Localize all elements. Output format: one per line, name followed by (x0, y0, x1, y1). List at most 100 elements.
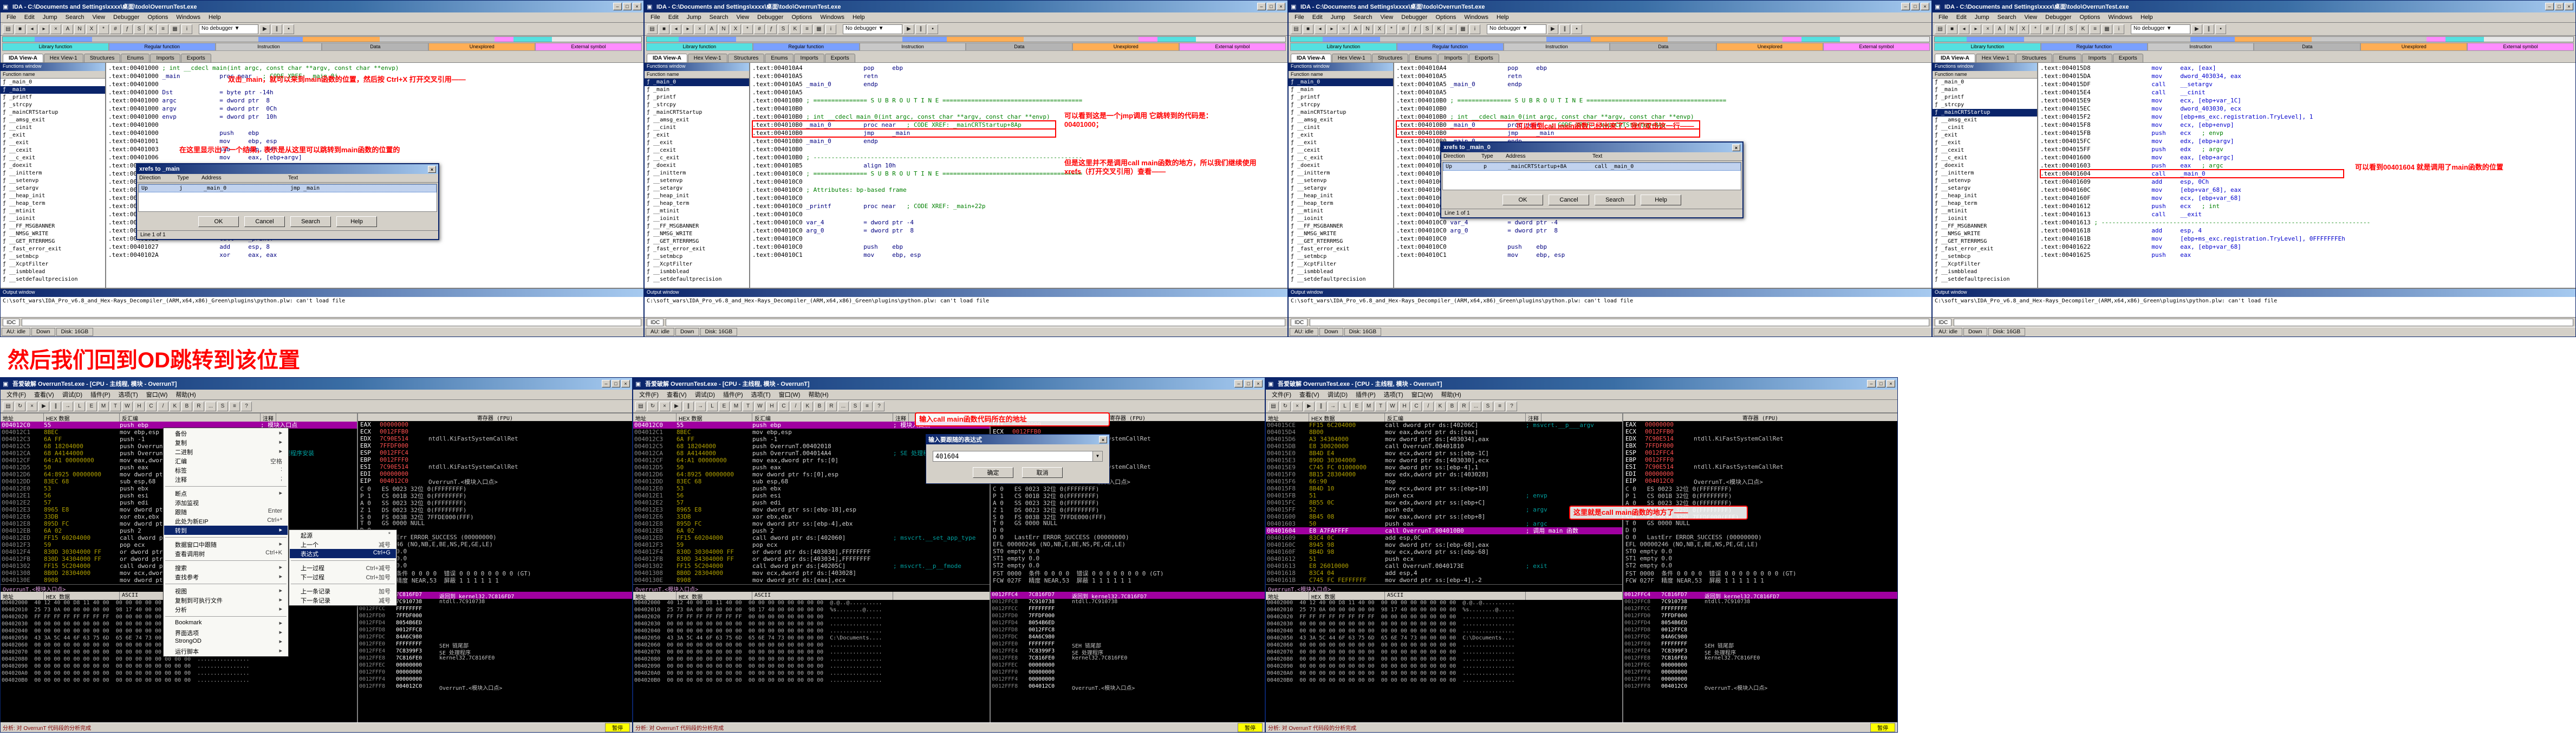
registers-pane[interactable]: 寄存器 (FPU)EAX00000000ECX0012FFB0EDX7C90E5… (1623, 413, 1897, 592)
maximize-button[interactable]: □ (623, 3, 632, 10)
function-item[interactable]: ƒ __mtinit (1289, 208, 1393, 215)
function-item[interactable]: ƒ _main (645, 86, 749, 94)
function-item[interactable]: ƒ _printf (1289, 94, 1393, 101)
menu-item[interactable]: Jump (39, 13, 61, 22)
toolbar-button[interactable]: K (790, 24, 801, 34)
menu-item[interactable]: Windows (816, 13, 848, 22)
toolbar-button[interactable]: R (1459, 402, 1469, 411)
function-item[interactable]: ƒ _strcpy (1289, 101, 1393, 109)
function-item[interactable]: ƒ _strcpy (1933, 101, 2037, 109)
menu-item[interactable]: 帮助(H) (1437, 389, 1465, 400)
toolbar-button[interactable]: B (1447, 402, 1458, 411)
toolbar-button[interactable]: L (1339, 402, 1350, 411)
toolbar-button[interactable]: S (134, 24, 145, 34)
idc-command-input[interactable] (1954, 319, 2573, 326)
toolbar-button[interactable]: ▤ (635, 402, 646, 411)
function-item[interactable]: ƒ __setenvp (1, 177, 105, 185)
function-item[interactable]: ƒ _fast_error_exit (645, 245, 749, 253)
tab-structures[interactable]: Structures (728, 54, 765, 62)
function-item[interactable]: ƒ __setmbcp (1, 253, 105, 261)
close-button[interactable]: × (1921, 3, 1929, 10)
function-item[interactable]: ƒ _printf (1, 94, 105, 101)
menu-item[interactable]: Help (205, 13, 225, 22)
toolbar-button[interactable]: N (2006, 24, 2017, 34)
debug-button[interactable]: ▪ (927, 24, 938, 34)
toolbar-button[interactable]: ∥ (50, 402, 61, 411)
function-item[interactable]: ƒ _doexit (645, 162, 749, 170)
dialog-close-icon[interactable]: × (1099, 436, 1107, 443)
navigation-band[interactable] (1290, 36, 1930, 42)
minimize-button[interactable]: – (602, 380, 610, 387)
navigation-band[interactable] (2, 36, 642, 42)
function-item[interactable]: ƒ _fast_error_exit (1933, 245, 2037, 253)
close-button[interactable]: × (1277, 3, 1285, 10)
toolbar-button[interactable]: A (1994, 24, 2005, 34)
toolbar-button[interactable]: S (217, 402, 228, 411)
function-item[interactable]: ƒ _exit (1289, 132, 1393, 139)
menu-item[interactable]: Options (788, 13, 816, 22)
idc-command-input[interactable] (1310, 319, 1929, 326)
menu-item[interactable]: Options (144, 13, 172, 22)
function-item[interactable]: ƒ __GET_RTERRMSG (1289, 238, 1393, 245)
stack-pane[interactable]: 0012FFC47C816FD7返回到 kernel32.7C816FD7001… (991, 592, 1265, 722)
debug-button[interactable]: ▪ (2215, 24, 2226, 34)
toolbar-button[interactable]: K (802, 402, 813, 411)
toolbar-button[interactable]: K (1435, 402, 1446, 411)
function-item[interactable]: ƒ __cinit (1289, 124, 1393, 132)
menu-item[interactable]: View (88, 13, 109, 22)
toolbar-button[interactable]: → (695, 402, 706, 411)
dialog-button-search[interactable]: Search (1595, 195, 1635, 205)
function-item[interactable]: ƒ __exit (1933, 139, 2037, 147)
function-item[interactable]: ƒ __ioinit (1289, 215, 1393, 223)
registers-pane[interactable]: 寄存器 (FPU)EAX00000000ECX0012FFB0EDX7C90E5… (358, 413, 632, 592)
menu-item[interactable]: Windows (1460, 13, 1492, 22)
dialog-button-取消[interactable]: 取消 (1022, 467, 1063, 478)
stack-pane[interactable]: 0012FFC47C816FD7返回到 kernel32.7C816FD7001… (358, 592, 632, 722)
maximize-button[interactable]: □ (1911, 3, 1920, 10)
function-item[interactable]: ƒ __XcptFilter (1933, 261, 2037, 268)
function-item[interactable]: ƒ __heap_term (1, 200, 105, 208)
function-item[interactable]: ƒ __ioinit (1, 215, 105, 223)
toolbar-button[interactable]: ≡ (2090, 24, 2100, 34)
debug-button[interactable]: ▪ (1571, 24, 1582, 34)
function-item[interactable]: ƒ _fast_error_exit (1, 245, 105, 253)
context-menu-item[interactable]: 此处为新EIPCtrl+* (164, 516, 288, 526)
maximize-button[interactable]: □ (1267, 3, 1276, 10)
maximize-button[interactable]: □ (2555, 3, 2564, 10)
menu-item[interactable]: Help (2137, 13, 2157, 22)
toolbar-button[interactable]: R (826, 402, 837, 411)
toolbar-button[interactable]: ≡ (862, 402, 873, 411)
function-item[interactable]: ƒ __heap_init (1289, 192, 1393, 200)
function-item[interactable]: ƒ _fast_error_exit (1289, 245, 1393, 253)
maximize-button[interactable]: □ (1877, 380, 1885, 387)
menu-item[interactable]: 文件(F) (1268, 389, 1295, 400)
window-titlebar[interactable]: ▣IDA - C:\Documents and Settings\xxxx\桌面… (1933, 1, 2575, 12)
function-item[interactable]: ƒ _doexit (1289, 162, 1393, 170)
context-menu-item[interactable]: 二进制▸ (164, 447, 288, 456)
toolbar-button[interactable]: C (778, 402, 789, 411)
function-item[interactable]: ƒ __initterm (1289, 170, 1393, 177)
toolbar-button[interactable]: × (694, 24, 705, 34)
menu-item[interactable]: Jump (1971, 13, 1993, 22)
toolbar-button[interactable]: ∥ (1316, 402, 1326, 411)
context-menu-item[interactable]: 备份▸ (164, 429, 288, 438)
function-item[interactable]: ƒ __setmbcp (1289, 253, 1393, 261)
menu-item[interactable]: File (3, 13, 20, 22)
context-menu-item[interactable]: 断点▸ (164, 489, 288, 498)
toolbar-button[interactable]: X (730, 24, 741, 34)
dialog-titlebar[interactable]: xrefs to _main_0× (1441, 143, 1742, 152)
function-item[interactable]: ƒ __setmbcp (645, 253, 749, 261)
toolbar-button[interactable]: i (2113, 24, 2124, 34)
tab-hex-view-1[interactable]: Hex View-1 (44, 54, 83, 62)
function-item[interactable]: ƒ _strcpy (1, 101, 105, 109)
toolbar-button[interactable]: ƒ (1410, 24, 1421, 34)
function-item[interactable]: ƒ __ioinit (1933, 215, 2037, 223)
tab-structures[interactable]: Structures (1372, 54, 1409, 62)
function-item[interactable]: ƒ _main (1289, 86, 1393, 94)
function-item[interactable]: ƒ __cexit (1289, 147, 1393, 154)
menu-item[interactable]: Jump (683, 13, 705, 22)
context-menu-item[interactable]: 复制▸ (164, 438, 288, 447)
context-menu-item[interactable]: 转到▸ (164, 526, 288, 535)
toolbar-button[interactable]: K (2078, 24, 2089, 34)
context-menu-item[interactable]: 标签: (164, 465, 288, 475)
